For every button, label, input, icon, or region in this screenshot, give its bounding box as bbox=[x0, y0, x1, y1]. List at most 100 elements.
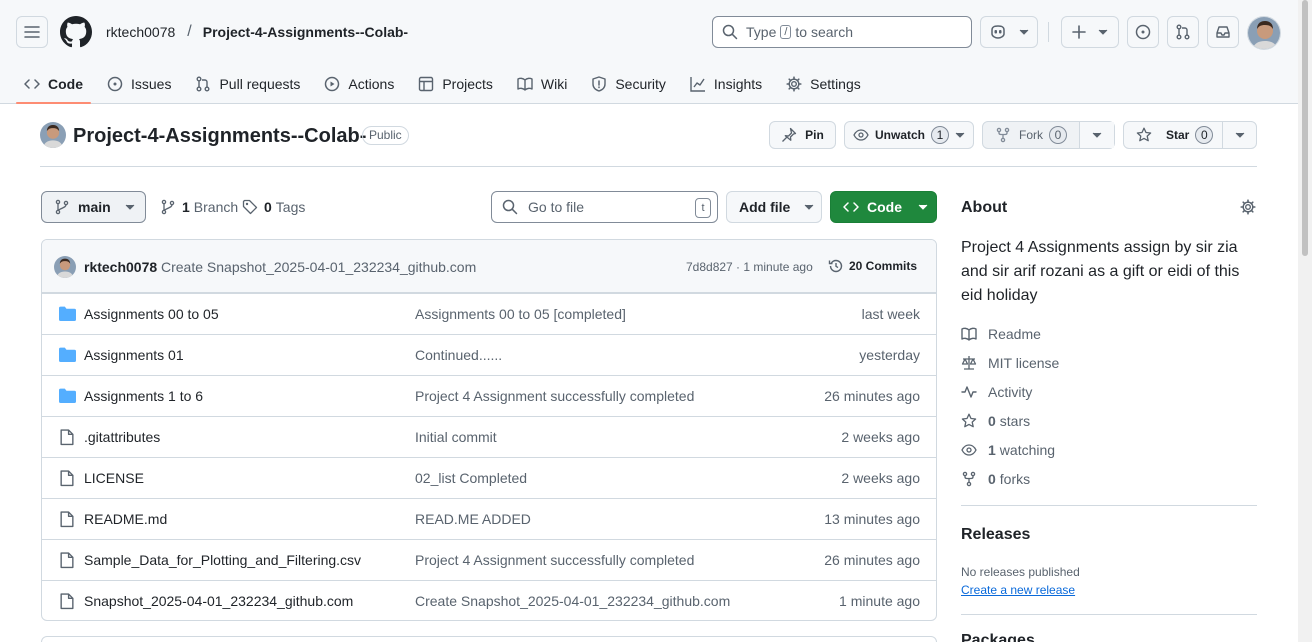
file-commit-message[interactable]: 02_list Completed bbox=[415, 470, 527, 486]
pull-request-icon bbox=[1176, 24, 1190, 40]
issue-icon bbox=[1135, 24, 1151, 40]
search-shortcut-key: / bbox=[780, 25, 792, 39]
menu-button[interactable] bbox=[16, 16, 48, 48]
code-button[interactable]: Code bbox=[830, 191, 937, 223]
file-name[interactable]: Sample_Data_for_Plotting_and_Filtering.c… bbox=[84, 552, 361, 568]
branch-icon bbox=[55, 199, 69, 215]
breadcrumb-separator: / bbox=[187, 23, 192, 40]
gear-icon[interactable] bbox=[1240, 199, 1256, 215]
file-name[interactable]: LICENSE bbox=[84, 470, 144, 486]
file-age: yesterday bbox=[859, 347, 920, 363]
tab-pull-requests[interactable]: Pull requests bbox=[187, 64, 308, 104]
repo-description: Project 4 Assignments assign by sir zia … bbox=[961, 239, 1240, 304]
unwatch-button[interactable]: Unwatch 1 bbox=[844, 121, 974, 149]
file-age: 26 minutes ago bbox=[824, 388, 920, 404]
table-row[interactable]: Assignments 1 to 6 Project 4 Assignment … bbox=[42, 375, 936, 416]
user-avatar[interactable] bbox=[1247, 16, 1281, 50]
issues-button[interactable] bbox=[1127, 16, 1159, 48]
file-name[interactable]: README.md bbox=[84, 511, 167, 527]
table-row[interactable]: LICENSE 02_list Completed 2 weeks ago bbox=[42, 457, 936, 498]
pull-requests-button[interactable] bbox=[1167, 16, 1199, 48]
forks-link[interactable]: 0 forks bbox=[961, 471, 1030, 487]
tab-settings[interactable]: Settings bbox=[778, 64, 869, 104]
repo-owner-avatar[interactable] bbox=[40, 122, 66, 148]
file-name[interactable]: Snapshot_2025-04-01_232234_github.com bbox=[84, 593, 353, 609]
commits-link[interactable]: 20 Commits bbox=[828, 258, 917, 274]
file-commit-message[interactable]: Initial commit bbox=[415, 429, 497, 445]
breadcrumb-owner[interactable]: rktech0078 bbox=[106, 23, 175, 41]
readme-label: Readme bbox=[988, 326, 1041, 342]
commit-author[interactable]: rktech0078 bbox=[84, 259, 157, 275]
stars-label: stars bbox=[999, 413, 1031, 429]
tab-security[interactable]: Security bbox=[583, 64, 674, 104]
tab-wiki[interactable]: Wiki bbox=[509, 64, 575, 104]
pull-request-icon bbox=[196, 76, 210, 92]
create-release-link[interactable]: Create a new release bbox=[961, 583, 1075, 597]
commit-author-avatar[interactable] bbox=[54, 256, 76, 278]
table-row[interactable]: Assignments 01 Continued...... yesterday bbox=[42, 334, 936, 375]
copilot-button[interactable] bbox=[980, 16, 1038, 48]
commit-sha-time[interactable]: 7d8d827 · 1 minute ago bbox=[686, 260, 813, 274]
releases-heading[interactable]: Releases bbox=[961, 526, 1030, 544]
table-row[interactable]: Assignments 00 to 05 Assignments 00 to 0… bbox=[42, 293, 936, 334]
star-button[interactable]: Star 0 bbox=[1123, 121, 1257, 149]
play-icon bbox=[325, 76, 340, 92]
tab-projects[interactable]: Projects bbox=[410, 64, 501, 104]
file-commit-message[interactable]: READ.ME ADDED bbox=[415, 511, 531, 527]
fork-button[interactable]: Fork 0 bbox=[982, 121, 1115, 149]
folder-icon bbox=[59, 306, 76, 321]
file-commit-message[interactable]: Assignments 00 to 05 [completed] bbox=[415, 306, 626, 322]
tab-label: Settings bbox=[810, 76, 861, 92]
file-name[interactable]: Assignments 1 to 6 bbox=[84, 388, 203, 404]
file-age: last week bbox=[861, 306, 920, 322]
pin-button[interactable]: Pin bbox=[769, 121, 836, 149]
watch-count: 1 bbox=[931, 126, 949, 144]
tab-label: Projects bbox=[442, 76, 493, 92]
tab-label: Issues bbox=[131, 76, 172, 92]
file-commit-message[interactable]: Continued...... bbox=[415, 347, 502, 363]
watching-link[interactable]: 1 watching bbox=[961, 442, 1055, 458]
global-search[interactable]: Type / to search bbox=[712, 16, 972, 48]
branches-link[interactable]: 1 Branch bbox=[160, 199, 238, 215]
tag-count: 0 bbox=[264, 199, 272, 215]
chevron-down-icon bbox=[1235, 132, 1244, 138]
license-link[interactable]: MIT license bbox=[961, 355, 1059, 371]
github-logo-icon[interactable] bbox=[60, 16, 92, 48]
tab-actions[interactable]: Actions bbox=[316, 64, 402, 104]
file-commit-message[interactable]: Project 4 Assignment successfully comple… bbox=[415, 388, 694, 404]
search-icon bbox=[502, 199, 518, 215]
file-name[interactable]: .gitattributes bbox=[84, 429, 160, 445]
add-file-label: Add file bbox=[739, 199, 791, 215]
file-name[interactable]: Assignments 00 to 05 bbox=[84, 306, 219, 322]
tab-code[interactable]: Code bbox=[16, 64, 91, 104]
file-commit-message[interactable]: Project 4 Assignment successfully comple… bbox=[415, 552, 694, 568]
tab-issues[interactable]: Issues bbox=[99, 64, 179, 104]
go-to-file-input[interactable]: Go to file t bbox=[491, 191, 718, 223]
readme-link[interactable]: Readme bbox=[961, 326, 1041, 342]
repo-title[interactable]: Project-4-Assignments--Colab- bbox=[73, 124, 366, 148]
activity-label: Activity bbox=[988, 384, 1033, 400]
commit-message[interactable]: Create Snapshot_2025-04-01_232234_github… bbox=[161, 259, 476, 275]
scrollbar-thumb[interactable] bbox=[1302, 0, 1308, 256]
latest-commit-bar: rktech0078 Create Snapshot_2025-04-01_23… bbox=[42, 240, 936, 293]
book-icon bbox=[961, 327, 977, 341]
create-new-button[interactable] bbox=[1061, 16, 1119, 48]
table-row[interactable]: README.md READ.ME ADDED 13 minutes ago bbox=[42, 498, 936, 539]
tab-insights[interactable]: Insights bbox=[682, 64, 770, 104]
packages-heading[interactable]: Packages bbox=[961, 632, 1035, 642]
branch-label: Branch bbox=[193, 199, 239, 215]
add-file-button[interactable]: Add file bbox=[726, 191, 822, 223]
breadcrumb-repo[interactable]: Project-4-Assignments--Colab- bbox=[203, 23, 408, 41]
activity-link[interactable]: Activity bbox=[961, 384, 1032, 400]
inbox-button[interactable] bbox=[1207, 16, 1239, 48]
file-age: 26 minutes ago bbox=[824, 552, 920, 568]
file-commit-message[interactable]: Create Snapshot_2025-04-01_232234_github… bbox=[415, 593, 730, 609]
table-row[interactable]: Snapshot_2025-04-01_232234_github.com Cr… bbox=[42, 580, 936, 620]
file-name[interactable]: Assignments 01 bbox=[84, 347, 184, 363]
tag-icon bbox=[242, 199, 258, 215]
stars-link[interactable]: 0 stars bbox=[961, 413, 1030, 429]
table-row[interactable]: Sample_Data_for_Plotting_and_Filtering.c… bbox=[42, 539, 936, 580]
branch-selector[interactable]: main bbox=[41, 191, 146, 223]
tags-link[interactable]: 0 Tags bbox=[242, 199, 305, 215]
table-row[interactable]: .gitattributes Initial commit 2 weeks ag… bbox=[42, 416, 936, 457]
